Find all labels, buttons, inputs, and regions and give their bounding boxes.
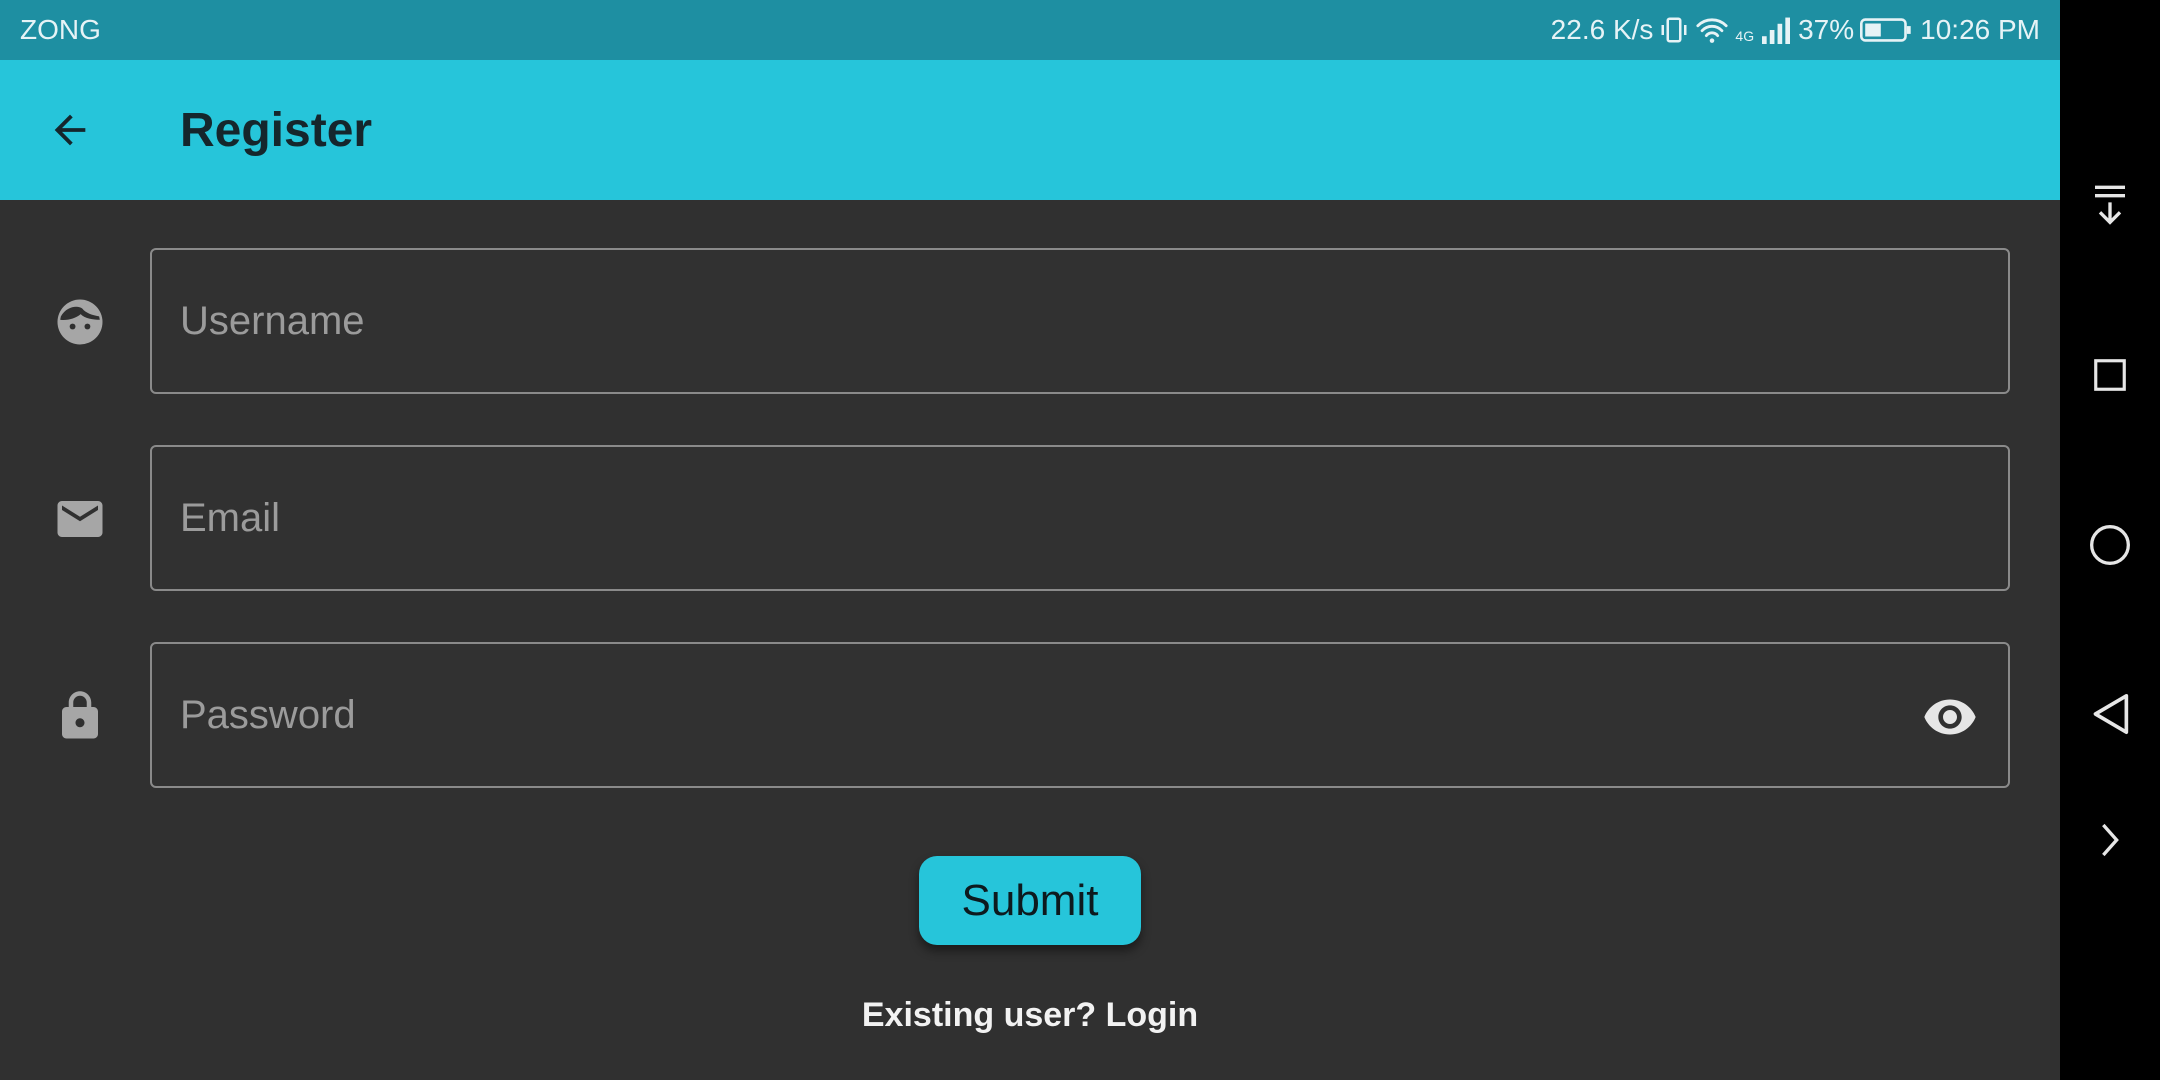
face-icon [50, 292, 110, 352]
login-link[interactable]: Existing user? Login [0, 996, 2060, 1035]
register-form: Submit Existing user? Login [0, 200, 2060, 1080]
recents-square-icon [2094, 359, 2126, 391]
home-circle-icon [2090, 525, 2130, 565]
screen: ZONG 22.6 K/s 4G 37% 10:26 PM Register U… [0, 0, 2160, 1080]
clock: 10:26 PM [1920, 14, 2040, 45]
page-title: Register [180, 103, 373, 157]
recents-button[interactable] [2080, 345, 2140, 405]
net-speed: 22.6 K/s [1550, 14, 1654, 45]
toggle-password-visibility-button[interactable] [1920, 687, 1980, 747]
eye-icon [1924, 699, 1976, 735]
network-type: 4G [1735, 28, 1755, 44]
battery-icon [1860, 17, 1912, 43]
expand-chevron-icon [2102, 823, 2119, 857]
username-input[interactable] [152, 250, 2008, 392]
signal-icon [1760, 16, 1792, 44]
app-bar: Register [0, 60, 2060, 200]
username-field[interactable] [150, 248, 2010, 394]
submit-button[interactable]: Submit [919, 856, 1141, 945]
status-bar: ZONG 22.6 K/s 4G 37% 10:26 PM [0, 0, 2060, 60]
collapse-down-icon [2095, 185, 2125, 225]
email-input[interactable] [152, 447, 2008, 589]
collapse-nav-button[interactable] [2080, 174, 2140, 234]
back-triangle-icon [2093, 693, 2129, 734]
carrier-label: ZONG [20, 14, 101, 45]
password-input[interactable] [152, 644, 2008, 786]
password-field[interactable] [150, 642, 2010, 788]
home-button[interactable] [2080, 515, 2140, 575]
arrow-back-icon [54, 114, 86, 146]
mail-icon [50, 489, 110, 549]
status-indicators: 22.6 K/s 4G 37% 10:26 PM [1551, 14, 2040, 46]
lock-icon [50, 686, 110, 746]
back-button[interactable] [40, 100, 100, 160]
navigation-bar [2060, 0, 2160, 1080]
wifi-icon [1695, 15, 1729, 45]
vibrate-icon [1659, 15, 1689, 45]
battery-percent: 37% [1798, 14, 1855, 45]
system-back-button[interactable] [2080, 684, 2140, 744]
expand-nav-button[interactable] [2080, 810, 2140, 870]
email-field[interactable] [150, 445, 2010, 591]
